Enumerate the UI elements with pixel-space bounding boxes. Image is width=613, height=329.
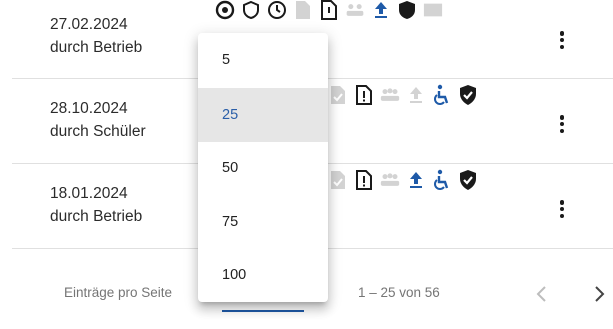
doc-check-icon	[293, 0, 313, 21]
previous-page-button[interactable]	[527, 280, 555, 308]
more-options-button[interactable]	[556, 28, 568, 52]
date-cell: 27.02.2024 durch Betrieb	[50, 13, 142, 59]
option-100[interactable]: 100	[198, 248, 328, 302]
shield-check-icon	[458, 169, 478, 191]
shield-check-icon	[458, 84, 478, 106]
status-icons	[215, 0, 443, 22]
status-icons	[328, 83, 478, 107]
chevron-right-icon	[595, 286, 605, 302]
option-50[interactable]: 50	[198, 141, 328, 195]
range-label: 1 – 25 von 56	[358, 285, 440, 300]
date-text: 27.02.2024	[50, 16, 128, 33]
doc-check-icon	[328, 84, 348, 106]
source-text: durch Betrieb	[50, 39, 143, 56]
doc-alert-icon	[354, 84, 374, 106]
doc-check-icon	[328, 169, 348, 191]
items-per-page-label: Einträge pro Seite	[64, 285, 173, 300]
date-text: 18.01.2024	[50, 185, 128, 202]
date-text: 28.10.2024	[50, 100, 128, 117]
doc-alert-icon	[354, 169, 374, 191]
doc-alert-icon	[319, 0, 339, 21]
people-icon	[380, 84, 400, 106]
source-text: durch Betrieb	[50, 208, 143, 225]
option-75[interactable]: 75	[198, 195, 328, 249]
upload-icon	[371, 0, 391, 21]
option-25[interactable]: 25	[198, 88, 328, 142]
items-per-page-menu: 5 25 50 75 100	[198, 33, 328, 302]
people-icon	[345, 0, 365, 21]
shield-check-icon	[397, 0, 417, 21]
next-page-button[interactable]	[586, 280, 613, 308]
accessibility-icon	[432, 169, 452, 191]
select-underline	[222, 310, 304, 312]
date-cell: 18.01.2024 durch Betrieb	[50, 182, 142, 228]
shield-outline-icon	[241, 0, 261, 21]
more-options-button[interactable]	[556, 197, 568, 221]
more-options-button[interactable]	[556, 112, 568, 136]
grid-icon	[423, 0, 443, 21]
accessibility-icon	[432, 84, 452, 106]
option-5[interactable]: 5	[198, 33, 328, 87]
clock-icon	[267, 0, 287, 21]
upload-icon	[406, 84, 426, 106]
source-text: durch Schüler	[50, 123, 146, 140]
chevron-left-icon	[536, 286, 546, 302]
status-icons	[328, 168, 478, 192]
upload-icon	[406, 169, 426, 191]
people-icon	[380, 169, 400, 191]
refresh-icon	[215, 0, 235, 21]
date-cell: 28.10.2024 durch Schüler	[50, 97, 146, 143]
